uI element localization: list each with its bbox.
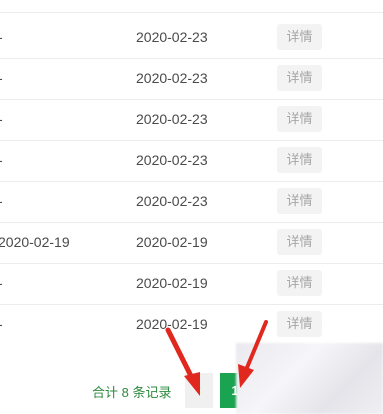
table-row: - 2020-02-23 详情 [0,17,383,59]
details-button[interactable]: 详情 [277,229,322,255]
cell-col1: - [0,58,3,99]
cell-date: 2020-02-19 [136,316,208,332]
table-header [0,0,383,13]
details-button[interactable]: 详情 [277,270,322,296]
cell-date: 2020-02-23 [136,111,208,127]
prev-page-button[interactable]: ‹ [185,373,213,408]
cell-col1: - [0,181,3,222]
cell-col1: - [0,17,3,58]
cell-col1: - [0,140,3,181]
table-row: - 2020-02-19 详情 [0,304,383,345]
details-button[interactable]: 详情 [277,24,322,50]
total-records-text: 合计 8 条记录 [92,385,172,400]
details-button[interactable]: 详情 [277,311,322,337]
table-row: - 2020-02-19 详情 [0,263,383,305]
table-row: - 2020-02-23 详情 [0,58,383,100]
records-table: - 2020-02-23 详情 - 2020-02-23 详情 - 2020-0… [0,0,383,345]
cell-date: 2020-02-23 [136,152,208,168]
cell-date: 2020-02-23 [136,29,208,45]
details-button[interactable]: 详情 [277,106,322,132]
watermark-overlay [236,343,383,414]
details-button[interactable]: 详情 [277,147,322,173]
cell-col1: - [0,263,3,304]
cell-col1: 2020-02-19 [0,234,70,250]
cell-date: 2020-02-19 [136,275,208,291]
cell-col1: - [0,304,3,345]
table-row: - 2020-02-23 详情 [0,140,383,182]
cell-date: 2020-02-23 [136,193,208,209]
details-button[interactable]: 详情 [277,65,322,91]
table-row: - 2020-02-23 详情 [0,99,383,141]
cell-date: 2020-02-23 [136,70,208,86]
details-button[interactable]: 详情 [277,188,322,214]
table-row: - 2020-02-23 详情 [0,181,383,223]
cell-date: 2020-02-19 [136,234,208,250]
table-row: 2020-02-19 2020-02-19 详情 [0,222,383,264]
cell-col1: - [0,99,3,140]
